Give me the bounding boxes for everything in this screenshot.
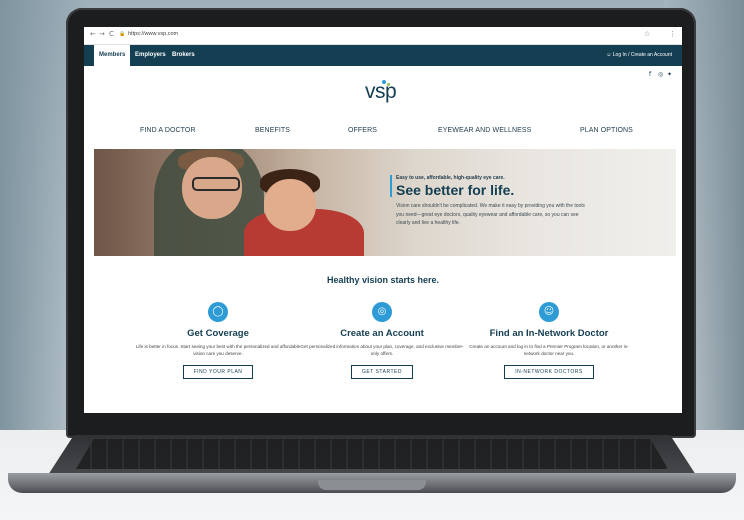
login-link[interactable]: ☺ Log In / Create an Account [606, 45, 672, 66]
instagram-icon[interactable]: ◎ [658, 71, 663, 78]
feature-body: Life is better in focus. Start seeing yo… [135, 344, 301, 356]
feature-create-account: ◎ Create an Account Get personalized inf… [292, 302, 472, 379]
bookmark-star-icon[interactable]: ☆ [644, 30, 650, 38]
hero-kicker: Easy to use, affordable, high-quality ey… [396, 175, 505, 181]
browser-toolbar: ← → C 🔒 https://www.vsp.com ☆ ⋮ [84, 27, 682, 45]
get-started-button[interactable]: GET STARTED [351, 365, 413, 379]
hero-body: Vision care shouldn't be complicated. We… [396, 203, 585, 226]
keyboard [76, 439, 668, 469]
menu-offers[interactable]: OFFERS [348, 127, 377, 134]
feature-title: Create an Account [340, 328, 424, 339]
feature-title: Get Coverage [187, 328, 249, 339]
laptop-notch [318, 480, 426, 490]
login-label: Log In / Create an Account [612, 52, 672, 58]
lightbulb-icon: ◯ [208, 302, 228, 322]
logo-leaf [387, 83, 390, 86]
hero-accent-bar [390, 175, 392, 197]
menu-plan-options[interactable]: PLAN OPTIONS [580, 127, 633, 134]
lock-icon: 🔒 [119, 31, 126, 37]
facebook-icon[interactable]: f [649, 71, 651, 78]
tab-employers[interactable]: Employers [135, 45, 166, 66]
find-your-plan-button[interactable]: FIND YOUR PLAN [182, 365, 254, 379]
feature-body: Get personalized information about your … [300, 344, 464, 356]
hero-banner: Easy to use, affordable, high-quality ey… [94, 149, 676, 256]
logo-dot [382, 80, 386, 84]
doctor-icon: ☺ [539, 302, 559, 322]
menu-find-a-doctor[interactable]: FIND A DOCTOR [140, 127, 196, 134]
feature-find-doctor: ☺ Find an In-Network Doctor Create an ac… [459, 302, 639, 379]
feature-get-coverage: ◯ Get Coverage Life is better in focus. … [128, 302, 308, 379]
feature-body: Create an account and log in to find a P… [469, 344, 629, 356]
hero-title: See better for life. [396, 182, 515, 198]
address-bar[interactable]: https://www.vsp.com [128, 31, 178, 37]
menu-eyewear-and-wellness[interactable]: EYEWEAR AND WELLNESS [438, 127, 531, 134]
reload-icon[interactable]: C [109, 30, 114, 38]
tab-members[interactable]: Members [94, 45, 131, 66]
tab-brokers[interactable]: Brokers [172, 45, 195, 66]
back-icon[interactable]: ← [90, 30, 96, 38]
audience-nav: Members Employers Brokers ☺ Log In / Cre… [84, 45, 682, 66]
laptop-screen: ← → C 🔒 https://www.vsp.com ☆ ⋮ Members … [84, 27, 682, 413]
glasses-icon: ◎ [372, 302, 392, 322]
twitter-icon[interactable]: ✦ [667, 71, 672, 78]
forward-icon[interactable]: → [99, 30, 105, 38]
hero-photo-glasses [192, 177, 240, 191]
menu-benefits[interactable]: BENEFITS [255, 127, 290, 134]
section-heading: Healthy vision starts here. [326, 275, 440, 285]
in-network-doctors-button[interactable]: IN-NETWORK DOCTORS [504, 365, 594, 379]
vsp-logo[interactable]: vsp [365, 80, 397, 104]
hero-photo-detail [264, 179, 316, 231]
feature-title: Find an In-Network Doctor [489, 328, 609, 339]
browser-menu-icon[interactable]: ⋮ [669, 30, 676, 38]
